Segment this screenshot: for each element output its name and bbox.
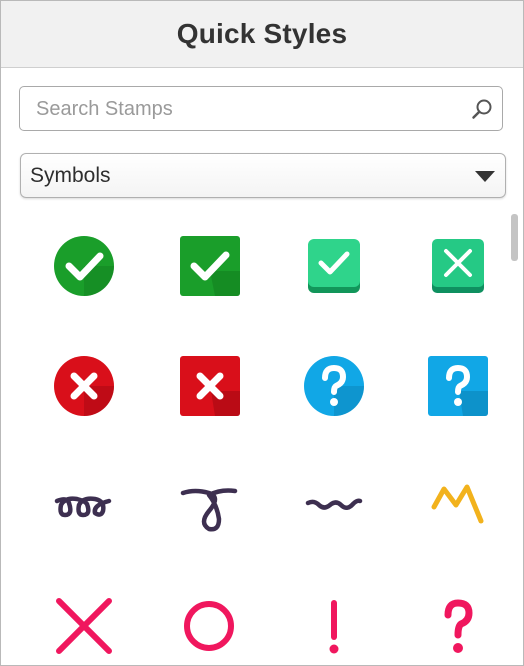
pink-circle-icon	[184, 601, 234, 651]
x-square-icon	[180, 356, 240, 416]
stamp-zigzag-mark[interactable]	[423, 471, 493, 541]
scrollbar-thumb[interactable]	[511, 214, 518, 261]
stamp-check-box-3d[interactable]	[299, 231, 369, 301]
panel-header: Quick Styles	[1, 1, 523, 68]
stamp-x-box-3d[interactable]	[423, 231, 493, 301]
stamp-pink-question[interactable]	[423, 591, 493, 661]
single-loop-squiggle-icon	[180, 488, 238, 532]
search-input[interactable]	[34, 93, 458, 125]
pink-exclamation-icon	[329, 600, 339, 654]
stamp-pink-exclamation[interactable]	[299, 591, 369, 661]
x-circle-icon	[54, 356, 114, 416]
search-icon[interactable]	[471, 98, 493, 120]
panel-title: Quick Styles	[176, 18, 348, 49]
stamp-single-loop-squiggle[interactable]	[175, 471, 245, 541]
search-box[interactable]	[19, 86, 503, 131]
stamp-question-circle[interactable]	[299, 351, 369, 421]
question-square-icon	[428, 356, 488, 416]
question-circle-icon	[304, 356, 364, 416]
double-loop-squiggle-icon	[54, 496, 112, 518]
stamp-pink-x[interactable]	[49, 591, 119, 661]
stamp-grid	[1, 201, 511, 665]
check-square-icon	[180, 236, 240, 296]
pink-question-icon	[444, 599, 473, 653]
x-box-3d-icon	[432, 239, 484, 293]
zigzag-mark-icon	[431, 484, 484, 524]
category-dropdown[interactable]: Symbols	[20, 153, 506, 198]
quick-styles-panel: Quick Styles Symbols	[0, 0, 524, 666]
stamp-double-loop-squiggle[interactable]	[49, 471, 119, 541]
stamp-check-circle[interactable]	[49, 231, 119, 301]
stamp-check-square[interactable]	[175, 231, 245, 301]
stamp-pink-circle[interactable]	[175, 591, 245, 661]
category-selected: Symbols	[30, 164, 111, 187]
pink-x-icon	[56, 598, 112, 654]
chevron-down-icon	[475, 171, 495, 182]
stamp-x-circle[interactable]	[49, 351, 119, 421]
stamp-wave-squiggle[interactable]	[299, 471, 369, 541]
check-box-3d-icon	[308, 239, 360, 293]
check-circle-icon	[54, 236, 114, 296]
wave-squiggle-icon	[305, 498, 363, 510]
stamp-question-square[interactable]	[423, 351, 493, 421]
stamp-x-square[interactable]	[175, 351, 245, 421]
